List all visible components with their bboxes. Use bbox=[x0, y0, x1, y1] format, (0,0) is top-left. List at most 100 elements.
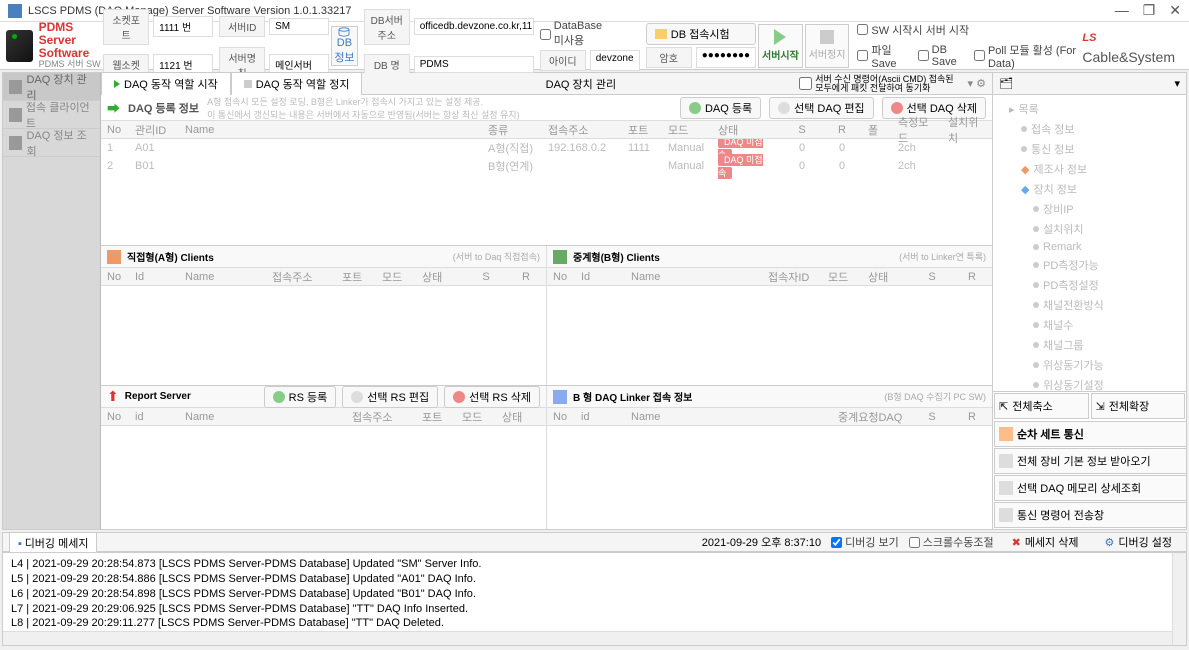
poll-enable-checkbox[interactable]: Poll 모듈 활성 (For Data) bbox=[974, 42, 1080, 70]
scroll-manual-checkbox[interactable]: 스크롤수동조절 bbox=[909, 534, 994, 550]
collapse-all-button[interactable]: ⇱전체축소 bbox=[994, 393, 1089, 419]
daq-reg-label: DAQ 등록 정보 bbox=[128, 100, 199, 116]
db-addr-value[interactable]: officedb.devzone.co.kr,11 bbox=[414, 18, 534, 35]
panel-a-sub: (서버 to Daq 직접접속) bbox=[453, 250, 540, 263]
tree-node[interactable]: ◆장치 정보 bbox=[997, 179, 1182, 199]
db-name-value[interactable]: PDMS bbox=[414, 56, 534, 73]
close-button[interactable]: ✕ bbox=[1169, 2, 1181, 19]
log-line: L4 | 2021-09-29 20:28:54.873 [LSCS PDMS … bbox=[11, 557, 1178, 572]
settings-icon[interactable]: ▾ ⚙ bbox=[962, 77, 992, 90]
clients-icon bbox=[9, 108, 22, 122]
rs-delete-button[interactable]: 선택 RS 삭제 bbox=[444, 386, 540, 408]
tree-node[interactable]: 장비IP bbox=[997, 199, 1182, 219]
terminal-icon bbox=[999, 508, 1013, 522]
sw-autostart-checkbox[interactable]: SW 시작시 서버 시작 bbox=[857, 22, 1080, 38]
db-save-checkbox[interactable]: DB Save bbox=[918, 42, 964, 70]
tree-node[interactable]: 채널수 bbox=[997, 315, 1182, 335]
main-area: DAQ 장치 관리 접속 클라이언트 DAQ 정보 조회 DAQ 동작 역할 시… bbox=[2, 72, 1187, 530]
rs-edit-button[interactable]: 선택 RS 편집 bbox=[342, 386, 438, 408]
daq-table-header: No관리IDName 종류접속주소포트 모드상태S R폴측정모드설치위치 bbox=[101, 121, 992, 139]
grid-icon bbox=[999, 427, 1013, 441]
prop-menu-icon[interactable]: ▾ bbox=[1174, 77, 1180, 90]
all-device-info-button[interactable]: 전체 장비 기본 정보 받아오기 bbox=[994, 448, 1187, 474]
tree-node[interactable]: Remark bbox=[997, 239, 1182, 255]
debug-timestamp: 2021-09-29 오후 8:37:10 bbox=[702, 534, 821, 550]
cmd-send-button[interactable]: 통신 명령어 전송창 bbox=[994, 502, 1187, 528]
panel-b-sub: (서버 to Linker연 특록) bbox=[899, 250, 986, 263]
scrollbar-vertical[interactable] bbox=[1172, 553, 1186, 645]
panel-a-title: 직접형(A형) Clients bbox=[127, 249, 214, 264]
table-row[interactable]: 2B01 B형(연계) ManualDAQ 미접속 002ch bbox=[101, 157, 992, 175]
server-id-value[interactable]: SM bbox=[269, 18, 329, 35]
daq-register-button[interactable]: DAQ 등록 bbox=[680, 97, 761, 119]
db-addr-label: DB서버주소 bbox=[364, 9, 410, 45]
debug-log[interactable]: L4 | 2021-09-29 20:28:54.873 [LSCS PDMS … bbox=[2, 552, 1187, 646]
database-disable-checkbox[interactable]: DataBase 미사용 bbox=[540, 20, 640, 48]
tree-node[interactable]: 접속 정보 bbox=[997, 119, 1182, 139]
socket-port-value[interactable]: 1111 번 bbox=[153, 16, 213, 37]
tree-node[interactable]: 위상동기가능 bbox=[997, 355, 1182, 375]
db-test-button[interactable]: DB 접속시험 bbox=[646, 23, 756, 45]
linker-sub: (B형 DAQ 수집기 PC SW) bbox=[884, 390, 986, 403]
seq-set-button[interactable]: 순차 세트 통신 bbox=[994, 421, 1187, 447]
left-sidebar: DAQ 장치 관리 접속 클라이언트 DAQ 정보 조회 bbox=[3, 73, 101, 529]
rs-register-button[interactable]: RS 등록 bbox=[264, 386, 337, 408]
expand-icon: ⇲ bbox=[1096, 400, 1105, 413]
server-stop-button[interactable]: 서버정지 bbox=[805, 24, 850, 68]
tree-node[interactable]: 채널전환방식 bbox=[997, 295, 1182, 315]
role-stop-tab[interactable]: DAQ 동작 역할 정지 bbox=[231, 72, 363, 95]
log-line: L6 | 2021-09-29 20:28:54.898 [LSCS PDMS … bbox=[11, 587, 1178, 602]
db-name-label: DB 명 bbox=[364, 54, 410, 75]
minimize-button[interactable]: — bbox=[1115, 2, 1129, 19]
debug-tab[interactable]: ▪ 디버깅 메세지 bbox=[9, 532, 97, 553]
delete-icon bbox=[891, 102, 903, 114]
tree-node[interactable]: PD측정설정 bbox=[997, 275, 1182, 295]
ls-brand-logo: LS Cable&System bbox=[1082, 25, 1175, 67]
tree-root[interactable]: ▸목록 bbox=[997, 99, 1182, 119]
stop-icon bbox=[244, 80, 252, 88]
tree-node[interactable]: PD측정가능 bbox=[997, 255, 1182, 275]
panel-b-title: 중계형(B형) Clients bbox=[573, 249, 660, 264]
sidebar-item-daq-device[interactable]: DAQ 장치 관리 bbox=[3, 73, 100, 101]
expand-all-button[interactable]: ⇲전체확장 bbox=[1091, 393, 1186, 419]
scrollbar-horizontal[interactable] bbox=[3, 631, 1172, 645]
server-start-button[interactable]: 서버시작 bbox=[758, 24, 803, 68]
tree-node[interactable]: 설치위치 bbox=[997, 219, 1182, 239]
db-info-button[interactable]: DB 정보 bbox=[331, 26, 358, 66]
password-value[interactable]: ●●●●●●●● bbox=[696, 47, 756, 68]
edit-icon bbox=[778, 102, 790, 114]
top-toolbar: PDMS Server Software PDMS 서버 SW 소켓포트 111… bbox=[0, 22, 1189, 70]
debug-settings-button[interactable]: ⚙디버깅 설정 bbox=[1096, 532, 1180, 552]
daq-memory-button[interactable]: 선택 DAQ 메모리 상세조회 bbox=[994, 475, 1187, 501]
daq-edit-button[interactable]: 선택 DAQ 편집 bbox=[769, 97, 873, 119]
arrow-icon: ⮕ bbox=[107, 98, 120, 117]
tree-node[interactable]: 위상동기설정 bbox=[997, 375, 1182, 391]
product-logo: PDMS Server Software PDMS 서버 SW bbox=[6, 21, 101, 70]
clear-messages-button[interactable]: ✖메세지 삭제 bbox=[1004, 532, 1087, 552]
role-start-tab[interactable]: DAQ 동작 역할 시작 bbox=[101, 72, 231, 95]
property-tree[interactable]: ▸목록 접속 정보 통신 정보 ◆제조사 정보 ◆장치 정보 장비IP 설치위치… bbox=[993, 95, 1186, 391]
debug-header: ▪ 디버깅 메세지 2021-09-29 오후 8:37:10 디버깅 보기 스… bbox=[2, 532, 1187, 552]
table-row[interactable]: 1A01 A형(직접)192.168.0.21111 ManualDAQ 미접속… bbox=[101, 139, 992, 157]
debug-view-checkbox[interactable]: 디버깅 보기 bbox=[831, 534, 899, 550]
tree-node[interactable]: 통신 정보 bbox=[997, 139, 1182, 159]
tree-icon: 🗂 bbox=[999, 77, 1013, 90]
login-id-value[interactable]: devzone bbox=[590, 50, 640, 71]
log-line: L5 | 2021-09-29 20:28:54.886 [LSCS PDMS … bbox=[11, 572, 1178, 587]
daq-register-row: ⮕ DAQ 등록 정보 A형 접속시 모든 설정 로딩, B형은 Linker가… bbox=[101, 95, 992, 121]
memory-icon bbox=[999, 481, 1013, 495]
file-save-checkbox[interactable]: 파일 Save bbox=[857, 42, 907, 70]
server-icon bbox=[6, 30, 33, 62]
logo-line1: PDMS Server bbox=[39, 21, 102, 47]
panel-b-clients: 중계형(B형) Clients (서버 to Linker연 특록) NoIdN… bbox=[547, 246, 992, 385]
sidebar-item-clients[interactable]: 접속 클라이언트 bbox=[3, 101, 100, 129]
ascii-sync-checkbox[interactable]: 서버 수신 명령어(Ascii CMD) 접속된 모두에게 패킷 전달하여 동기… bbox=[799, 75, 953, 93]
sidebar-item-daq-info[interactable]: DAQ 정보 조회 bbox=[3, 129, 100, 157]
device-icon bbox=[9, 80, 22, 94]
maximize-button[interactable]: ❐ bbox=[1143, 2, 1156, 19]
edit-icon bbox=[351, 391, 363, 403]
tree-node[interactable]: 채널그룹 bbox=[997, 335, 1182, 355]
tree-node[interactable]: ◆제조사 정보 bbox=[997, 159, 1182, 179]
info-icon bbox=[9, 136, 22, 150]
plus-icon bbox=[689, 102, 701, 114]
